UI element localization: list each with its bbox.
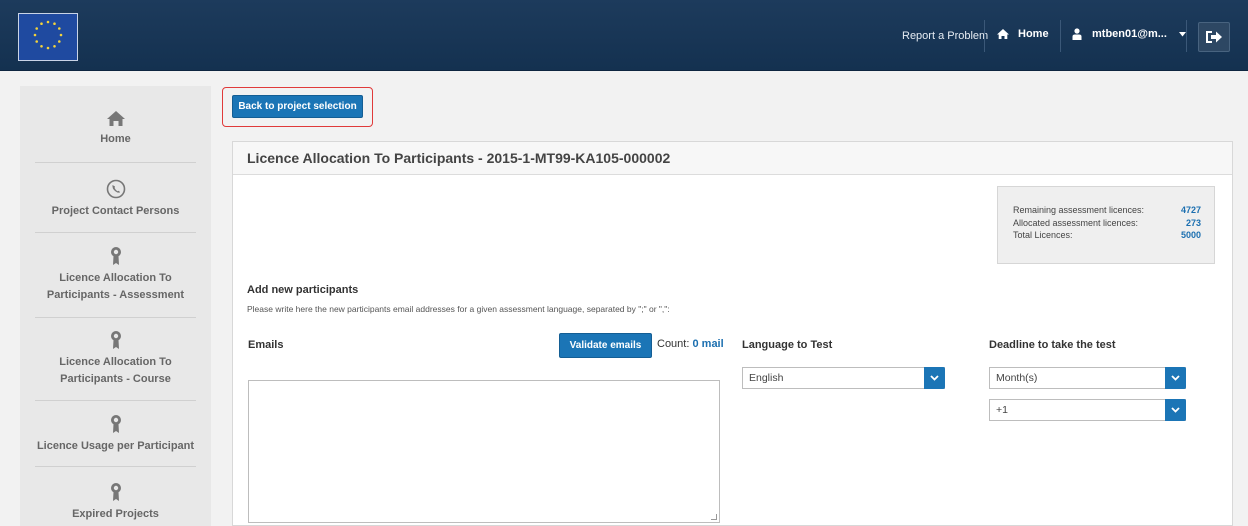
page-title: Licence Allocation To Participants - 201… <box>233 142 1232 175</box>
sidebar-item-label-line1: Licence Allocation To <box>59 356 172 368</box>
resize-grip[interactable] <box>711 514 717 520</box>
back-to-project-selection-button[interactable]: Back to project selection <box>232 95 363 118</box>
chevron-down-icon[interactable] <box>1165 367 1186 389</box>
sidebar-item-label: Project Contact Persons <box>51 205 180 217</box>
award-icon <box>110 331 121 349</box>
count-label: Count: <box>657 338 690 350</box>
user-name: mtben01@m... <box>1092 28 1167 40</box>
user-menu[interactable]: mtben01@m... <box>1072 28 1186 40</box>
email-count: Count: 0 mail <box>657 338 724 350</box>
language-selected-value: English <box>749 372 784 384</box>
deadline-unit-select[interactable]: Month(s) <box>989 367 1186 389</box>
sidebar-item-label: Expired Projects <box>72 508 159 520</box>
count-value: 0 mail <box>692 338 724 350</box>
sidebar-item-expired-projects[interactable]: Expired Projects <box>20 482 211 523</box>
divider <box>984 20 985 52</box>
award-icon <box>110 483 121 501</box>
sidebar-item-licence-allocation-assessment[interactable]: Licence Allocation To Participants - Ass… <box>20 246 211 304</box>
award-icon <box>110 415 121 433</box>
logout-button[interactable] <box>1198 22 1230 52</box>
sidebar-item-licence-usage[interactable]: Licence Usage per Participant <box>20 414 211 455</box>
remaining-licences-value: 4727 <box>1180 205 1201 215</box>
divider <box>1060 20 1061 52</box>
home-icon <box>106 111 125 126</box>
caret-down-icon <box>1178 31 1186 36</box>
user-icon <box>1072 28 1082 40</box>
home-link-label: Home <box>1018 28 1049 40</box>
home-link[interactable]: Home <box>996 28 1049 40</box>
divider <box>35 466 196 467</box>
emails-label: Emails <box>248 339 284 351</box>
phone-icon <box>106 179 125 199</box>
sidebar-item-label-line2: Participants - Assessment <box>46 289 185 301</box>
sidebar-item-label-line2: Participants - Course <box>60 373 171 385</box>
deadline-amount-select[interactable]: +1 <box>989 399 1186 421</box>
validate-emails-button[interactable]: Validate emails <box>559 333 652 358</box>
sidebar-item-home[interactable]: Home <box>20 110 211 148</box>
emails-textarea[interactable] <box>248 380 720 523</box>
sidebar-item-label: Home <box>100 133 131 145</box>
deadline-label: Deadline to take the test <box>989 339 1116 351</box>
sidebar: Home Project Contact Persons Licence All… <box>20 86 211 526</box>
language-to-test-label: Language to Test <box>742 339 833 351</box>
deadline-unit-value: Month(s) <box>996 372 1038 384</box>
sidebar-item-label: Licence Usage per Participant <box>36 440 195 452</box>
add-participants-heading: Add new participants <box>247 284 359 296</box>
report-problem-link[interactable]: Report a Problem <box>902 30 988 42</box>
divider <box>35 232 196 233</box>
logout-icon <box>1206 31 1222 43</box>
divider <box>1186 20 1187 52</box>
remaining-licences-label: Remaining assessment licences: <box>1013 205 1145 215</box>
top-bar: Report a Problem Home mtben01@m... <box>0 0 1248 71</box>
chevron-down-icon[interactable] <box>924 367 945 389</box>
divider <box>35 400 196 401</box>
award-icon <box>110 247 121 265</box>
total-licences-label: Total Licences: <box>1013 230 1073 240</box>
allocated-licences-label: Allocated assessment licences: <box>1013 217 1139 228</box>
chevron-down-icon[interactable] <box>1165 399 1186 421</box>
divider <box>35 317 196 318</box>
allocated-licences-value: 273 <box>1185 217 1201 228</box>
sidebar-item-project-contact-persons[interactable]: Project Contact Persons <box>20 179 211 220</box>
language-select[interactable]: English <box>742 367 945 389</box>
deadline-amount-value: +1 <box>996 404 1008 416</box>
home-icon <box>997 29 1009 39</box>
sidebar-item-licence-allocation-course[interactable]: Licence Allocation To Participants - Cou… <box>20 330 211 388</box>
divider <box>35 162 196 163</box>
sidebar-item-label-line1: Licence Allocation To <box>59 272 172 284</box>
licence-stats-box: Remaining assessment licences: 4727 Allo… <box>997 186 1215 264</box>
add-participants-description: Please write here the new participants e… <box>247 304 670 314</box>
total-licences-value: 5000 <box>1180 230 1201 240</box>
eu-flag-logo[interactable] <box>18 13 78 61</box>
main-panel: Licence Allocation To Participants - 201… <box>232 141 1233 526</box>
